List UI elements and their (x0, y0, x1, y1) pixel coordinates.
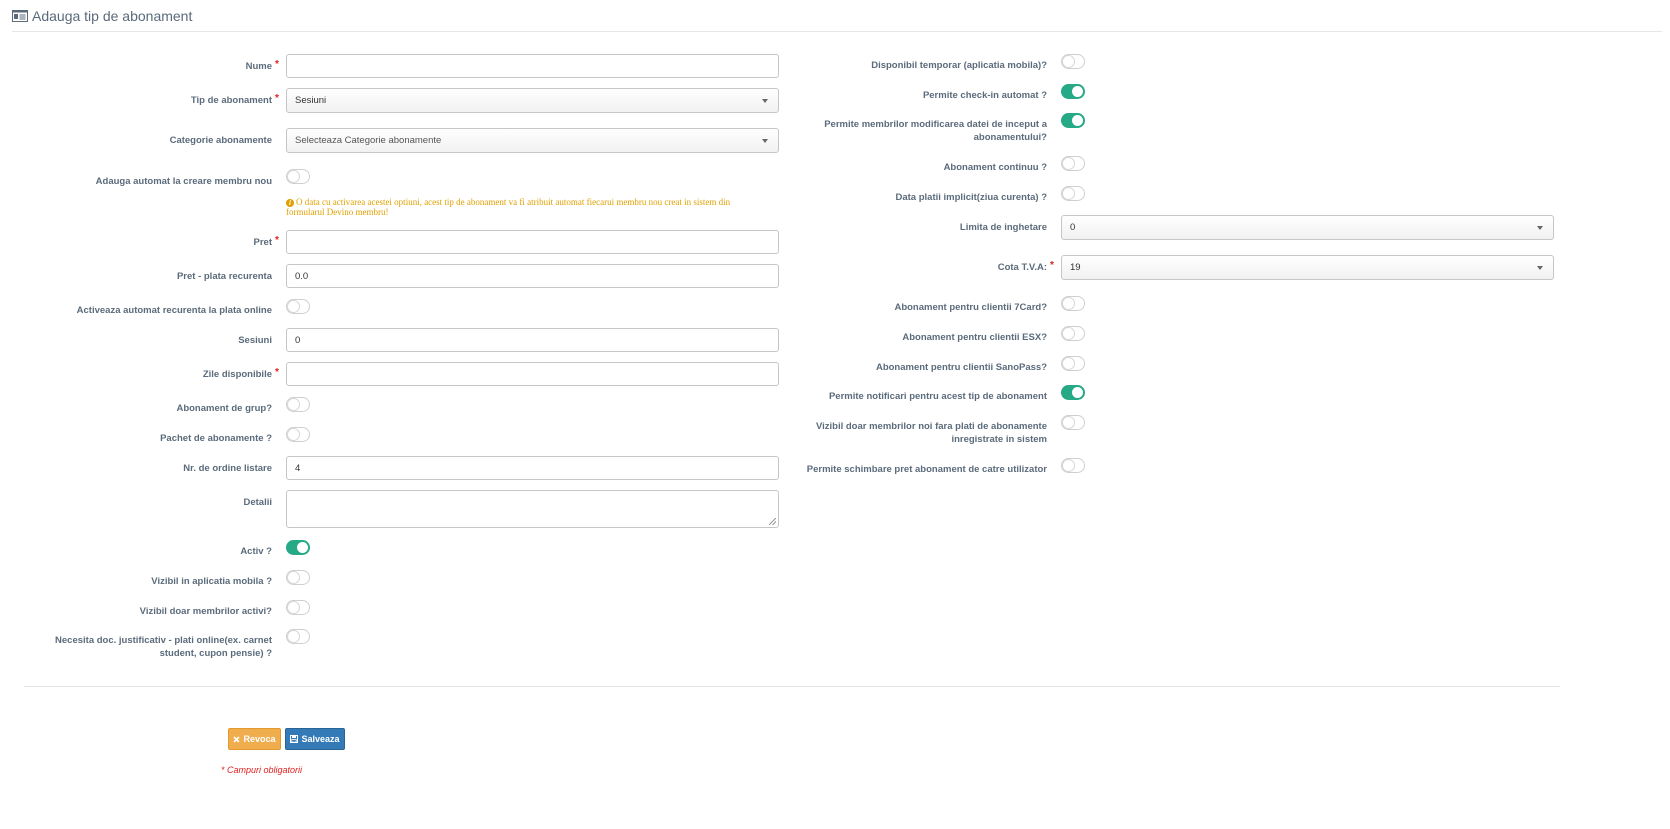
save-button-label: Salveaza (301, 734, 340, 744)
form-divider (24, 686, 1560, 687)
vizibil-app-toggle[interactable] (286, 570, 310, 585)
form-row-checkin: Permite check-in automat ? (0, 84, 1085, 102)
checkin-toggle[interactable] (1061, 84, 1085, 99)
notificari-toggle[interactable] (1061, 385, 1085, 400)
sanopass-label: Abonament pentru clientii SanoPass? (875, 362, 1047, 373)
esx-toggle[interactable] (1061, 326, 1085, 341)
card7-label: Abonament pentru clientii 7Card? (894, 302, 1047, 313)
form-row-schimbare-pret: Permite schimbare pret abonament de catr… (0, 458, 1085, 476)
form-row-necesita-doc: Necesita doc. justificativ - plati onlin… (0, 629, 310, 660)
required-fields-note: * Campuri obligatorii (221, 765, 303, 775)
disponibil-temp-label: Disponibil temporar (aplicatia mobila)? (871, 60, 1047, 71)
vizibil-noi-label: Vizibil doar membrilor noi fara plati de… (815, 421, 1047, 445)
page-header: Adauga tip de abonament (12, 0, 1662, 32)
notificari-label: Permite notificari pentru acest tip de a… (828, 391, 1047, 402)
tva-label: Cota T.V.A: (997, 262, 1047, 273)
checkin-label: Permite check-in automat ? (922, 90, 1047, 101)
detalii-textarea[interactable] (286, 490, 779, 528)
form-row-disponibil-temp: Disponibil temporar (aplicatia mobila)? (0, 54, 1085, 72)
form-row-vizibil-app: Vizibil in aplicatia mobila ? (0, 570, 310, 588)
esx-label: Abonament pentru clientii ESX? (902, 332, 1047, 343)
continuu-toggle[interactable] (1061, 156, 1085, 171)
form-row-data-platii: Data platii implicit(ziua curenta) ? (0, 186, 1085, 204)
continuu-label: Abonament continuu ? (943, 162, 1047, 173)
tva-select[interactable]: 19 (1061, 255, 1554, 280)
form-row-sanopass: Abonament pentru clientii SanoPass? (0, 356, 1085, 374)
disponibil-temp-toggle[interactable] (1061, 54, 1085, 69)
form-row-tva: Cota T.V.A: * 19 (0, 255, 1554, 280)
vizibil-activi-label: Vizibil doar membrilor activi? (139, 606, 272, 617)
necesita-doc-toggle[interactable] (286, 629, 310, 644)
limita-label: Limita de inghetare (959, 222, 1047, 233)
activ-toggle[interactable] (286, 540, 310, 555)
id-card-icon (12, 10, 28, 22)
detalii-label: Detalii (243, 497, 272, 508)
limita-select[interactable]: 0 (1061, 215, 1554, 240)
necesita-doc-label: Necesita doc. justificativ - plati onlin… (55, 635, 272, 659)
sanopass-toggle[interactable] (1061, 356, 1085, 371)
chevron-down-icon (1537, 225, 1543, 230)
form-row-esx: Abonament pentru clientii ESX? (0, 326, 1085, 344)
save-button[interactable]: Salveaza (285, 728, 345, 750)
chevron-down-icon (1537, 265, 1543, 270)
vizibil-activi-toggle[interactable] (286, 600, 310, 615)
form-row-7card: Abonament pentru clientii 7Card? (0, 296, 1085, 314)
form-row-notificari: Permite notificari pentru acest tip de a… (0, 385, 1085, 403)
required-mark: * (1050, 260, 1054, 271)
tva-value: 19 (1070, 262, 1081, 273)
vizibil-app-label: Vizibil in aplicatia mobila ? (151, 576, 272, 587)
cancel-button-label: Revoca (243, 734, 276, 744)
schimbare-pret-toggle[interactable] (1061, 458, 1085, 473)
card7-toggle[interactable] (1061, 296, 1085, 311)
modificare-data-toggle[interactable] (1061, 113, 1085, 128)
modificare-data-label: Permite membrilor modificarea datei de i… (824, 119, 1047, 143)
form-row-activ: Activ ? (0, 540, 310, 558)
form-row-continuu: Abonament continuu ? (0, 156, 1085, 174)
resize-grip-icon[interactable] (769, 518, 776, 525)
schimbare-pret-label: Permite schimbare pret abonament de catr… (806, 464, 1047, 475)
cancel-button[interactable]: Revoca (228, 728, 281, 750)
limita-value: 0 (1070, 222, 1076, 233)
form-row-modificare-data: Permite membrilor modificarea datei de i… (0, 113, 1085, 144)
data-platii-toggle[interactable] (1061, 186, 1085, 201)
form-row-detalii: Detalii (0, 490, 779, 528)
form-row-vizibil-noi: Vizibil doar membrilor noi fara plati de… (0, 415, 1085, 446)
floppy-disk-icon (290, 735, 299, 743)
activ-label: Activ ? (240, 546, 272, 557)
form-row-limita: Limita de inghetare 0 (0, 215, 1554, 240)
form-row-vizibil-activi: Vizibil doar membrilor activi? (0, 600, 310, 618)
close-icon (233, 735, 241, 743)
vizibil-noi-toggle[interactable] (1061, 415, 1085, 430)
page-title: Adauga tip de abonament (32, 7, 193, 24)
data-platii-label: Data platii implicit(ziua curenta) ? (895, 192, 1048, 203)
